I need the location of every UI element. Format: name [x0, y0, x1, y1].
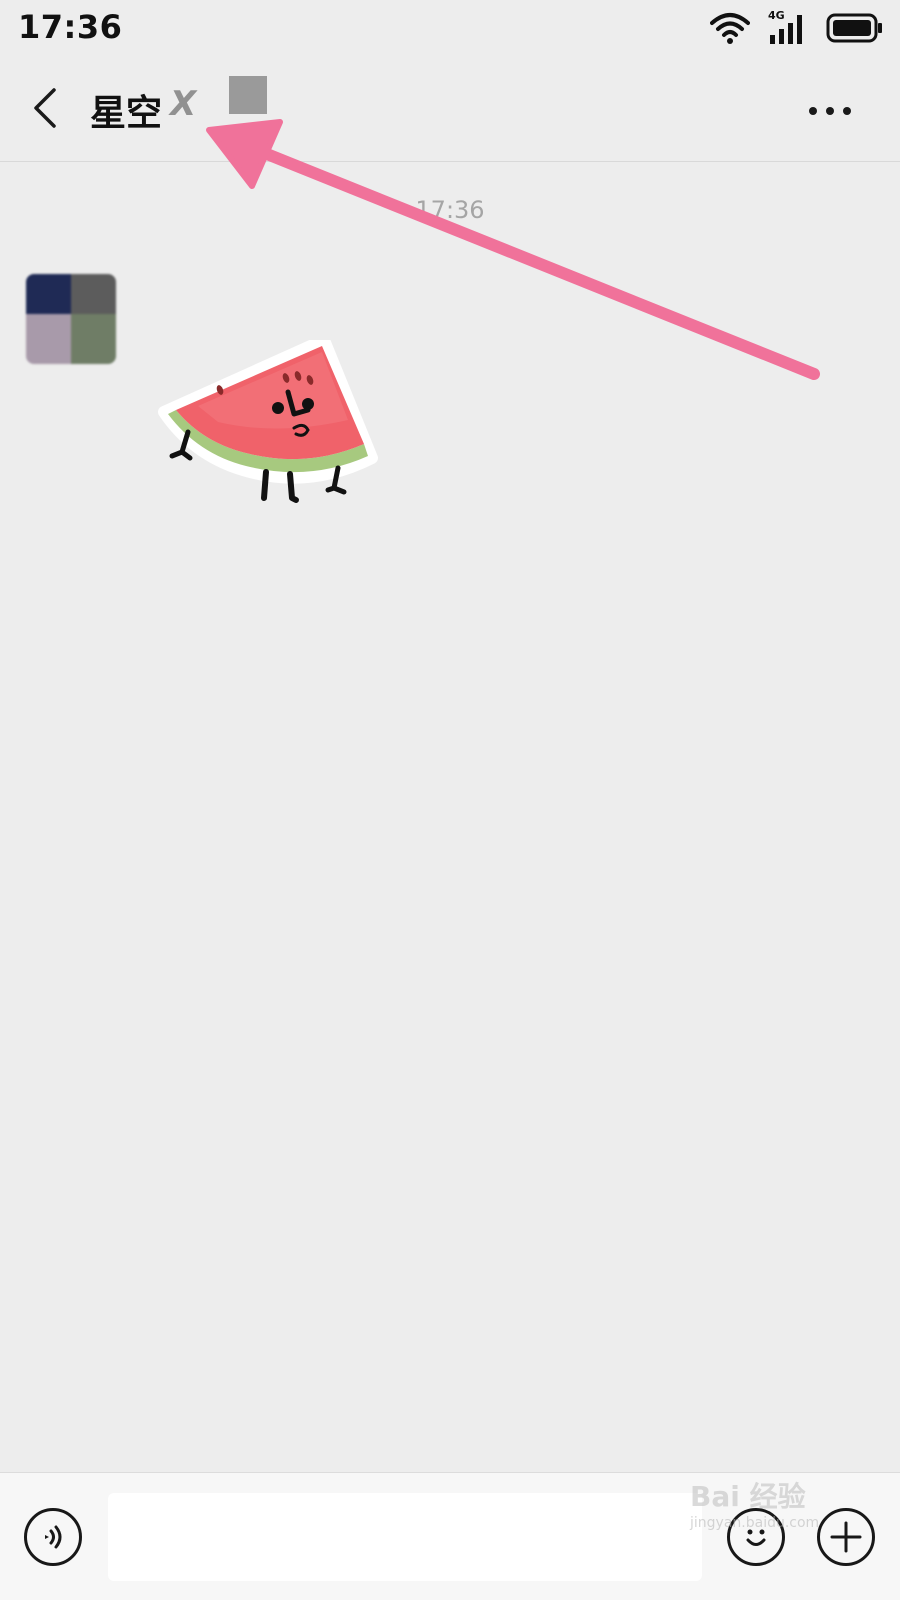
more-button[interactable]: [800, 91, 860, 131]
chat-title: 星空: [90, 93, 163, 134]
battery-icon: [826, 13, 882, 43]
voice-button[interactable]: [24, 1508, 82, 1566]
more-horizontal-icon: [809, 107, 851, 115]
title-obscured-char: X: [170, 84, 197, 124]
emoji-icon: [746, 1529, 766, 1546]
back-button[interactable]: [20, 78, 70, 138]
chat-header: 星空 X: [0, 56, 900, 162]
avatar[interactable]: [26, 274, 116, 364]
signal-icon: 4G: [768, 9, 808, 45]
status-bar: 17:36 4G: [0, 0, 900, 56]
chevron-left-icon: [34, 88, 56, 128]
voice-icon: [45, 1525, 62, 1549]
watermelon-sticker[interactable]: [158, 340, 388, 515]
message-input[interactable]: [108, 1493, 702, 1581]
status-time: 17:36: [18, 8, 123, 46]
plus-button[interactable]: [817, 1508, 875, 1566]
emoji-button[interactable]: [727, 1508, 785, 1566]
redaction-box: [229, 76, 267, 114]
message-timestamp: 17:36: [415, 196, 485, 224]
input-bar: Bai 经验 jingyan.baidu.com: [0, 1472, 900, 1600]
plus-icon: [830, 1521, 862, 1553]
status-icons: 4G: [710, 8, 884, 48]
wifi-icon: [710, 13, 750, 44]
